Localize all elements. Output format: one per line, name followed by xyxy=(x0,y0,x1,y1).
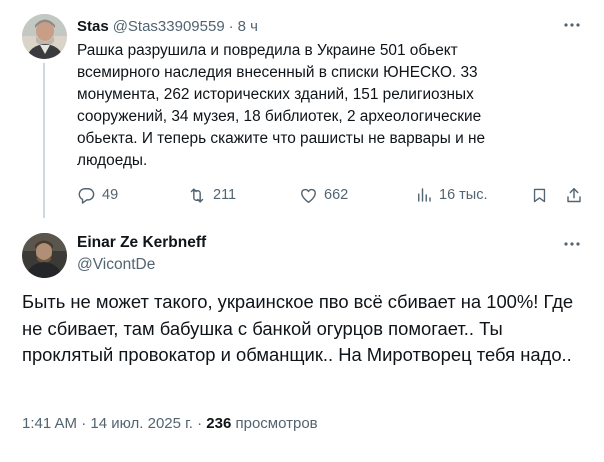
reply-author-avatar[interactable] xyxy=(22,233,67,278)
reply-text: Быть не может такого, украинское пво всё… xyxy=(22,291,574,365)
more-dots-icon xyxy=(563,241,581,247)
views-bars-icon xyxy=(415,186,433,204)
like-button[interactable]: 662 xyxy=(299,184,348,206)
bookmark-icon xyxy=(531,186,548,205)
reply-bubble-icon xyxy=(77,186,96,205)
reply-meta: 1:41 AM · 14 июл. 2025 г. · 236 просмотр… xyxy=(22,414,318,434)
views-count: 16 тыс. xyxy=(439,187,488,203)
author-handle[interactable]: @Stas33909559 xyxy=(113,17,225,37)
separator-dot: · xyxy=(228,18,234,35)
tweet-actions: 49 211 662 16 тыс. xyxy=(77,184,587,206)
share-button[interactable] xyxy=(565,184,583,206)
bookmark-button[interactable] xyxy=(531,184,548,206)
tweet-header: Stas @Stas33909559 · 8 ч xyxy=(77,17,258,37)
like-count: 662 xyxy=(324,187,349,203)
views-button[interactable]: 16 тыс. xyxy=(415,184,488,206)
author-avatar[interactable] xyxy=(22,14,67,59)
repost-count: 211 xyxy=(213,187,237,203)
tweet-time[interactable]: 8 ч xyxy=(238,17,258,37)
more-options-button[interactable] xyxy=(561,17,583,33)
repost-button[interactable]: 211 xyxy=(187,184,236,206)
thread-line xyxy=(43,63,45,218)
tweet-text: Рашка разрушила и повредила в Украине 50… xyxy=(77,42,486,169)
reply-timestamp[interactable]: 1:41 AM · 14 июл. 2025 г. · xyxy=(22,415,206,432)
reply-author-name[interactable]: Einar Ze Kerbneff xyxy=(77,233,206,253)
more-dots-icon xyxy=(563,22,581,28)
author-name[interactable]: Stas xyxy=(77,17,109,37)
reply-author-handle[interactable]: @VicontDe xyxy=(77,255,155,275)
reply-count: 49 xyxy=(102,187,119,203)
reply-button[interactable]: 49 xyxy=(77,184,118,206)
reply-more-options-button[interactable] xyxy=(561,236,583,252)
reply-views-label: просмотров xyxy=(231,415,318,432)
parent-tweet[interactable]: Stas @Stas33909559 · 8 ч Рашка разрушила… xyxy=(0,0,604,218)
repost-arrows-icon xyxy=(187,186,207,205)
share-upload-icon xyxy=(565,186,583,205)
reply-views-count: 236 xyxy=(206,415,232,432)
heart-icon xyxy=(299,186,318,205)
